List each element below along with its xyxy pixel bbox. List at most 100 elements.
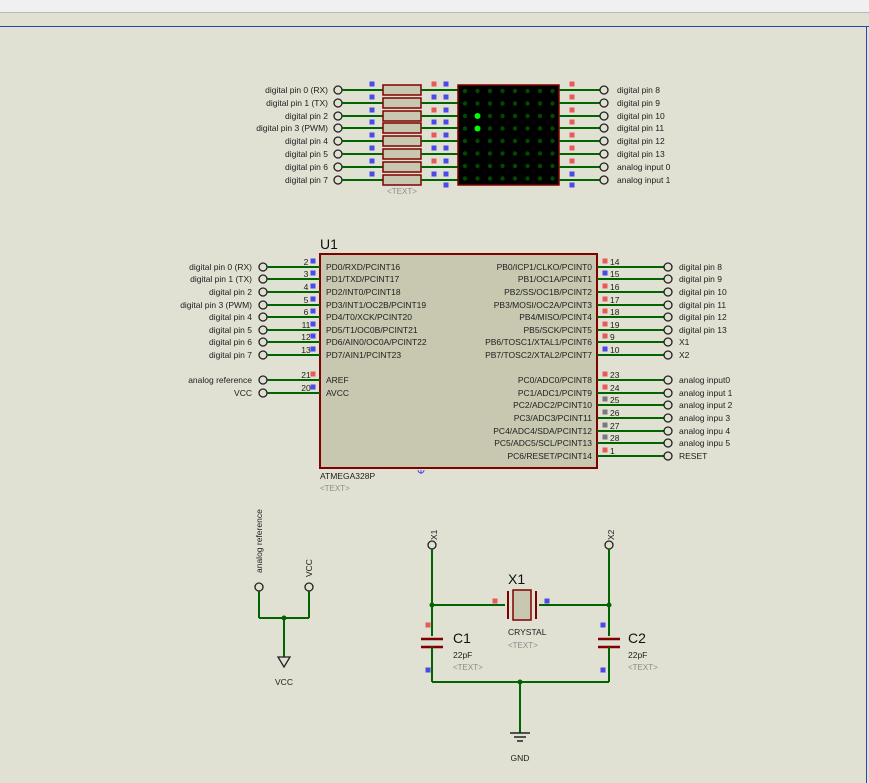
pin-name: PC1/ADC1/PCINT9 [518,388,592,398]
port-terminal[interactable] [663,400,673,410]
port-terminal[interactable] [599,123,609,133]
port-terminal[interactable] [663,300,673,310]
pin-number: 16 [610,282,620,292]
port-terminal[interactable] [258,388,268,398]
junction [429,602,435,608]
pin-state [431,119,437,125]
led-off [475,163,480,169]
port-terminal[interactable] [599,136,609,146]
port-terminal[interactable] [663,451,673,461]
port-terminal[interactable] [599,175,609,185]
text-placeholder: <TEXT> [628,663,658,672]
port-terminal[interactable] [333,123,343,133]
port-terminal[interactable] [258,274,268,284]
led-off [537,138,543,144]
port-terminal[interactable] [258,350,268,360]
port-terminal[interactable] [333,111,343,121]
port-terminal[interactable] [258,287,268,297]
port-terminal[interactable] [663,375,673,385]
port-label: digital pin 2 [209,287,252,297]
resistor[interactable] [382,110,422,122]
led-off [500,101,505,106]
resistor[interactable] [382,135,422,147]
resistor[interactable] [382,122,422,134]
port-label: digital pin 1 (TX) [266,98,328,108]
led-off [512,113,518,119]
port-terminal[interactable] [258,262,268,272]
port-label: digital pin 12 [617,136,665,146]
pin-state [569,81,575,87]
port-terminal[interactable] [663,350,673,360]
resistor[interactable] [382,97,422,109]
led-off [550,151,555,156]
port-terminal[interactable] [599,149,609,159]
port-terminal[interactable] [333,162,343,172]
port-terminal[interactable] [304,582,314,592]
led-off [475,176,480,181]
led-off [487,101,493,106]
port-terminal[interactable] [333,136,343,146]
pin-name: PB3/MOSI/OC2A/PCINT3 [494,300,593,310]
resistor[interactable] [382,84,422,96]
crystal[interactable] [512,589,532,621]
pin-number: 27 [610,421,620,431]
led-off [487,138,493,144]
port-terminal[interactable] [599,162,609,172]
port-terminal[interactable] [333,85,343,95]
port-terminal[interactable] [333,175,343,185]
pin-state-blue [600,667,606,673]
led-off [475,151,480,156]
pin-state [310,258,316,264]
port-terminal[interactable] [663,438,673,448]
led-off [550,176,555,181]
port-label: digital pin 8 [679,262,722,272]
port-terminal[interactable] [427,540,437,550]
port-terminal[interactable] [333,149,343,159]
port-terminal[interactable] [599,85,609,95]
pin-state-blue [443,94,449,100]
resistor[interactable] [382,148,422,160]
port-terminal[interactable] [333,98,343,108]
led-off [512,88,518,94]
port-terminal[interactable] [258,300,268,310]
port-terminal[interactable] [258,325,268,335]
port-terminal[interactable] [663,337,673,347]
led-off [512,138,518,144]
pin-number: 10 [610,345,620,355]
led-matrix[interactable] [457,84,560,186]
port-label: digital pin 7 [209,350,252,360]
pin-number: 25 [610,395,620,405]
port-terminal[interactable] [663,325,673,335]
led-off [550,101,555,106]
port-terminal[interactable] [258,312,268,322]
port-terminal[interactable] [599,111,609,121]
led-off [462,126,468,131]
port-terminal[interactable] [254,582,264,592]
resistor[interactable] [382,161,422,173]
resistor[interactable] [382,174,422,186]
port-terminal[interactable] [663,262,673,272]
led-off [537,101,543,106]
port-terminal[interactable] [663,413,673,423]
port-terminal[interactable] [258,337,268,347]
pin-number: 11 [302,320,311,330]
port-terminal[interactable] [663,274,673,284]
pin-state [602,396,608,402]
port-label: analog input 0 [617,162,671,172]
pin-state-blue [443,182,449,188]
pin-state-blue [369,81,375,87]
pin-state [602,270,608,276]
schematic-drawing[interactable]: digital pin 0 (RX) digital pin 1 (TX) digi… [0,0,869,783]
port-terminal[interactable] [663,312,673,322]
port-terminal[interactable] [663,426,673,436]
port-label: analog reference [188,375,252,385]
schematic-canvas[interactable]: digital pin 0 (RX) digital pin 1 (TX) digi… [0,0,869,783]
port-terminal[interactable] [663,388,673,398]
port-terminal[interactable] [599,98,609,108]
pin-state [602,422,608,428]
port-label: digital pin 10 [617,111,665,121]
port-terminal[interactable] [604,540,614,550]
port-terminal[interactable] [663,287,673,297]
pin-state-red [425,622,431,628]
port-terminal[interactable] [258,375,268,385]
